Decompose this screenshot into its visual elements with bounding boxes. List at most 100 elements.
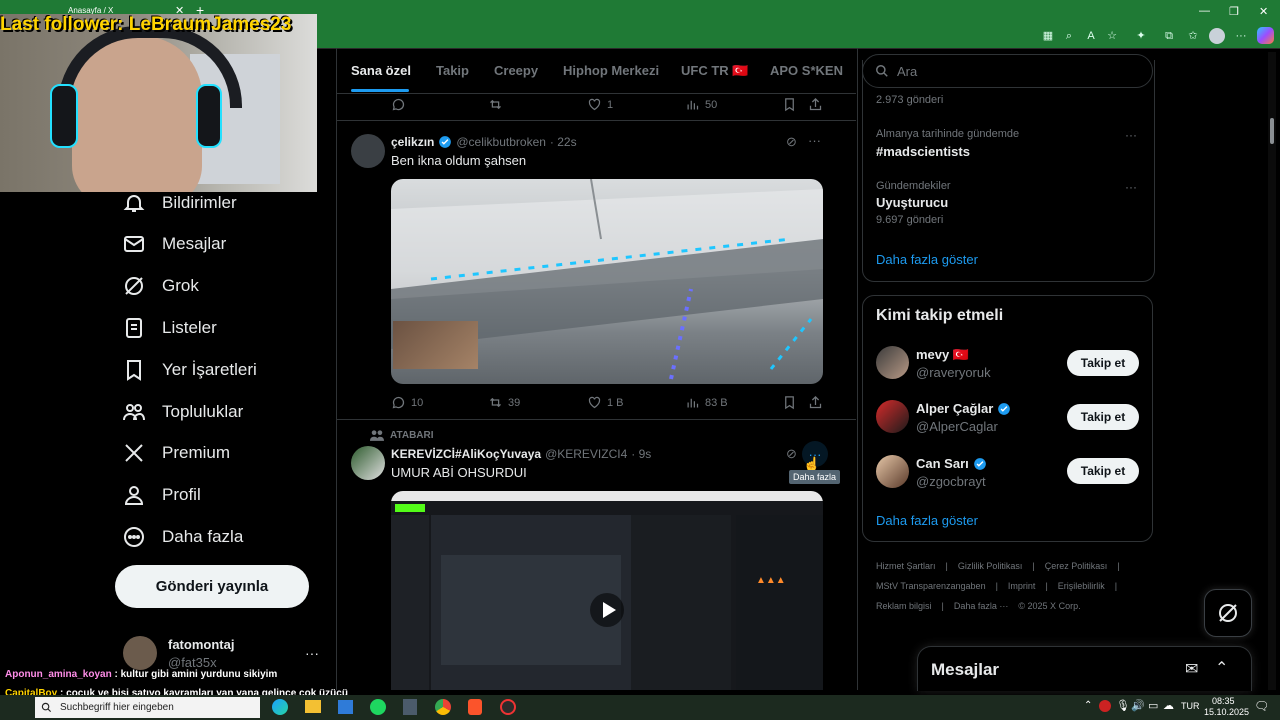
tab-ufc-tr[interactable]: UFC TR 🇹🇷 (681, 63, 748, 79)
chrome-icon[interactable] (435, 699, 451, 715)
tweet-avatar[interactable] (351, 446, 385, 480)
share-button[interactable] (808, 395, 823, 410)
store-icon[interactable] (338, 700, 353, 714)
tweet-author-name[interactable]: çelikzın (391, 135, 434, 149)
calculator-icon[interactable] (403, 699, 417, 715)
spotify-icon[interactable] (370, 699, 386, 715)
follow-name[interactable]: Can Sarı (916, 456, 969, 471)
trend-title[interactable]: Uyuşturucu (876, 195, 948, 210)
show-more-trends-link[interactable]: Daha fazla göster (876, 252, 978, 267)
maximize-icon[interactable]: ❐ (1229, 5, 1239, 18)
tray-chevron-icon[interactable]: ⌃ (1084, 700, 1092, 711)
edge-icon[interactable] (272, 699, 288, 715)
like-button[interactable]: 1 (587, 97, 613, 112)
nav-more[interactable]: Daha fazla (122, 517, 243, 557)
retweet-button[interactable] (488, 97, 503, 112)
bookmark-button[interactable] (782, 395, 797, 410)
nav-communities[interactable]: Topluluklar (122, 392, 243, 432)
footer-link[interactable]: Imprint (1008, 581, 1036, 591)
play-button[interactable] (590, 593, 624, 627)
nav-lists[interactable]: Listeler (122, 308, 217, 348)
bookmark-button[interactable] (782, 97, 797, 112)
show-more-follow-link[interactable]: Daha fazla göster (876, 513, 978, 528)
follow-avatar[interactable] (876, 400, 909, 433)
nav-premium[interactable]: Premium (122, 433, 230, 473)
retweet-button[interactable]: 39 (488, 395, 520, 410)
file-explorer-icon[interactable] (305, 700, 321, 713)
tab-creepy[interactable]: Creepy (494, 63, 538, 78)
footer-link[interactable]: Gizlilik Politikası (958, 561, 1023, 571)
nav-messages[interactable]: Mesajlar (122, 224, 226, 264)
extensions-icon[interactable]: ✦ (1134, 29, 1148, 43)
brave-icon[interactable] (468, 699, 482, 715)
like-button[interactable]: 1 B (587, 395, 624, 410)
tweet-time[interactable]: · 22s (550, 135, 577, 149)
tweet-avatar[interactable] (351, 134, 385, 168)
app-icon[interactable]: ▦ (1041, 29, 1055, 43)
follow-avatar[interactable] (876, 346, 909, 379)
obs-icon[interactable] (500, 699, 516, 715)
window-close-icon[interactable]: ✕ (1259, 5, 1268, 18)
nav-profile[interactable]: Profil (122, 475, 201, 515)
scrollbar[interactable] (1268, 52, 1276, 690)
views-button[interactable]: 50 (685, 97, 717, 112)
footer-link[interactable]: Erişilebilirlik (1058, 581, 1105, 591)
clock-time[interactable]: 08:35 (1212, 696, 1235, 706)
repost-context-label[interactable]: ATABARI (390, 430, 434, 441)
copilot-icon[interactable] (1257, 27, 1274, 44)
scrollbar-thumb[interactable] (1270, 118, 1274, 144)
tab-for-you[interactable]: Sana özel (351, 63, 411, 78)
tweet-time[interactable]: · 9s (631, 447, 651, 461)
volume-icon[interactable]: 🔊 (1131, 699, 1145, 712)
footer-link[interactable]: Daha fazla ··· (954, 601, 1009, 611)
split-screen-icon[interactable]: ⧉ (1162, 29, 1176, 43)
profile-avatar-icon[interactable] (1209, 28, 1225, 44)
tab-following[interactable]: Takip (436, 63, 469, 78)
reply-button[interactable] (391, 97, 406, 112)
trend-more-icon[interactable]: ··· (1125, 180, 1137, 194)
follow-button[interactable]: Takip et (1067, 404, 1139, 430)
notification-center-icon[interactable]: 🗨 (1254, 699, 1269, 713)
grok-explain-icon[interactable]: ⊘ (786, 446, 797, 462)
tray-app-icon[interactable] (1099, 700, 1111, 712)
favorites-icon[interactable]: ✩ (1186, 29, 1200, 43)
post-button[interactable]: Gönderi yayınla (115, 565, 309, 608)
account-avatar[interactable] (123, 636, 157, 670)
favorite-star-icon[interactable]: ☆ (1105, 29, 1119, 43)
footer-link[interactable]: MStV Transparenzangaben (876, 581, 986, 591)
footer-link[interactable]: Hizmet Şartları (876, 561, 936, 571)
network-icon[interactable]: ▭ (1148, 699, 1158, 712)
follow-name[interactable]: mevy 🇹🇷 (916, 347, 969, 363)
onedrive-icon[interactable]: ☁ (1163, 699, 1174, 712)
views-button[interactable]: 83 B (685, 395, 728, 410)
account-more-icon[interactable]: ··· (305, 645, 319, 661)
follow-button[interactable]: Takip et (1067, 458, 1139, 484)
footer-link[interactable]: Reklam bilgisi (876, 601, 932, 611)
nav-bookmarks[interactable]: Yer İşaretleri (122, 350, 257, 390)
tweet-media-video[interactable]: ▲▲▲ (391, 491, 823, 690)
language-indicator[interactable]: TUR (1181, 701, 1200, 711)
tab-hiphop[interactable]: Hiphop Merkezi (563, 63, 659, 78)
microphone-icon[interactable]: 🎙 (1116, 699, 1130, 712)
tweet-handle[interactable]: @celikbutbroken (456, 135, 546, 149)
read-aloud-icon[interactable]: A (1084, 29, 1098, 43)
new-message-icon[interactable]: ✉ (1185, 659, 1198, 679)
expand-drawer-icon[interactable]: ⌃ (1215, 658, 1228, 678)
nav-notifications[interactable]: Bildirimler (122, 183, 237, 223)
follow-avatar[interactable] (876, 455, 909, 488)
messages-drawer[interactable]: Mesajlar ✉ ⌃ (917, 646, 1252, 691)
taskbar-search[interactable]: Suchbegriff hier eingeben (35, 697, 260, 718)
tab-apo[interactable]: APO S*KEN (770, 63, 843, 78)
tweet-more-icon[interactable]: ··· (808, 133, 821, 148)
trend-more-icon[interactable]: ··· (1125, 128, 1137, 142)
zoom-icon[interactable]: ⌕ (1062, 29, 1076, 43)
grok-explain-icon[interactable]: ⊘ (786, 134, 797, 150)
trend-title[interactable]: #madscientists (876, 144, 970, 159)
reply-button[interactable]: 10 (391, 395, 423, 410)
tweet-media-video[interactable] (391, 179, 823, 384)
tweet-author-name[interactable]: KEREVİZCİ#AliKoçYuvaya (391, 447, 541, 461)
grok-floating-button[interactable] (1204, 589, 1252, 637)
browser-menu-icon[interactable]: ··· (1234, 29, 1248, 43)
minimize-icon[interactable]: — (1199, 5, 1210, 17)
follow-name[interactable]: Alper Çağlar (916, 401, 993, 416)
